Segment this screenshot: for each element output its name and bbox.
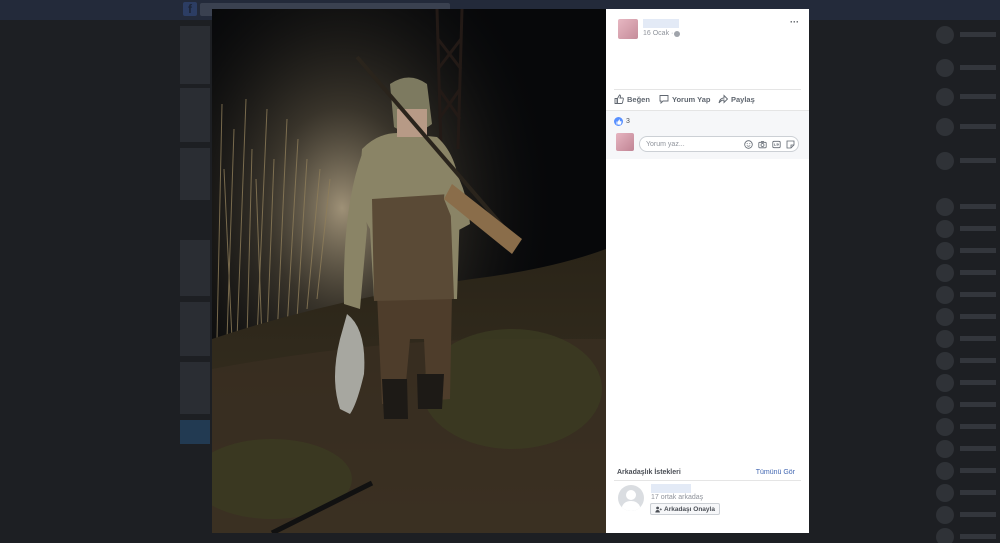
camera-icon[interactable] [758,140,767,149]
contact-row [936,152,996,170]
background-thumbnail [180,362,210,414]
author-name-redacted[interactable] [643,19,679,28]
contact-row [936,484,996,502]
contact-row [936,308,996,326]
contact-row [936,528,996,543]
author-avatar[interactable] [618,19,638,39]
like-reaction-icon [614,117,623,126]
background-thumbnail [180,26,210,84]
contact-row [936,462,996,480]
contact-row [936,506,996,524]
more-options-icon[interactable]: ··· [790,17,799,27]
share-label: Paylaş [731,94,755,104]
comment-button[interactable]: Yorum Yap [659,91,711,107]
post-date[interactable]: 16 Ocak · [643,30,673,37]
friend-request-avatar[interactable] [618,485,644,511]
background-thumbnail [180,420,210,444]
confirm-friend-label: Arkadaşı Onayla [664,505,715,513]
post-photo [212,9,606,533]
gif-icon[interactable] [772,140,781,149]
background-thumbnail [180,148,210,200]
current-user-avatar [616,133,634,151]
globe-icon [674,31,680,37]
comment-label: Yorum Yap [672,94,711,104]
smiley-icon[interactable] [744,140,753,149]
contact-row [936,286,996,304]
thumbs-up-icon [614,94,624,104]
comment-composer[interactable] [639,136,799,152]
see-all-link[interactable]: Tümünü Gör [756,469,795,476]
background-thumbnail [180,88,210,142]
contact-row [936,352,996,370]
like-label: Beğen [627,94,650,104]
contact-row [936,440,996,458]
contact-row [936,374,996,392]
photo-viewer[interactable] [212,9,606,533]
contact-row [936,242,996,260]
reaction-summary[interactable]: 3 [614,117,630,126]
contact-row [936,118,996,136]
divider [614,89,801,90]
contact-row [936,198,996,216]
sticker-icon[interactable] [786,140,795,149]
contact-row [936,396,996,414]
contact-row [936,264,996,282]
background-thumbnail [180,240,210,296]
friend-request-name-redacted[interactable] [651,484,691,493]
comment-input[interactable] [646,139,742,150]
contact-row [936,220,996,238]
add-friend-icon [655,506,662,512]
photo-sidebar: 16 Ocak · ··· Beğen Yorum Yap Paylaş 3 Y… [606,9,809,533]
contact-row [936,418,996,436]
contact-row [936,26,996,44]
background-contacts-sidebar [930,20,1000,543]
confirm-friend-button[interactable]: Arkadaşı Onayla [650,503,720,515]
contact-row [936,59,996,77]
like-button[interactable]: Beğen [614,91,650,107]
speech-bubble-icon [659,95,669,104]
contact-row [936,88,996,106]
divider [614,480,801,481]
contact-row [936,330,996,348]
share-arrow-icon [718,94,728,104]
background-thumbnail [180,302,210,356]
friend-requests-title: Arkadaşlık İstekleri [617,469,681,476]
reaction-count: 3 [626,118,630,125]
action-bar: Beğen Yorum Yap Paylaş [614,91,804,107]
mutual-friends-count: 17 ortak arkadaş [651,494,704,501]
facebook-logo-icon: f [183,2,197,16]
default-user-icon [621,490,641,511]
share-button[interactable]: Paylaş [718,91,755,107]
